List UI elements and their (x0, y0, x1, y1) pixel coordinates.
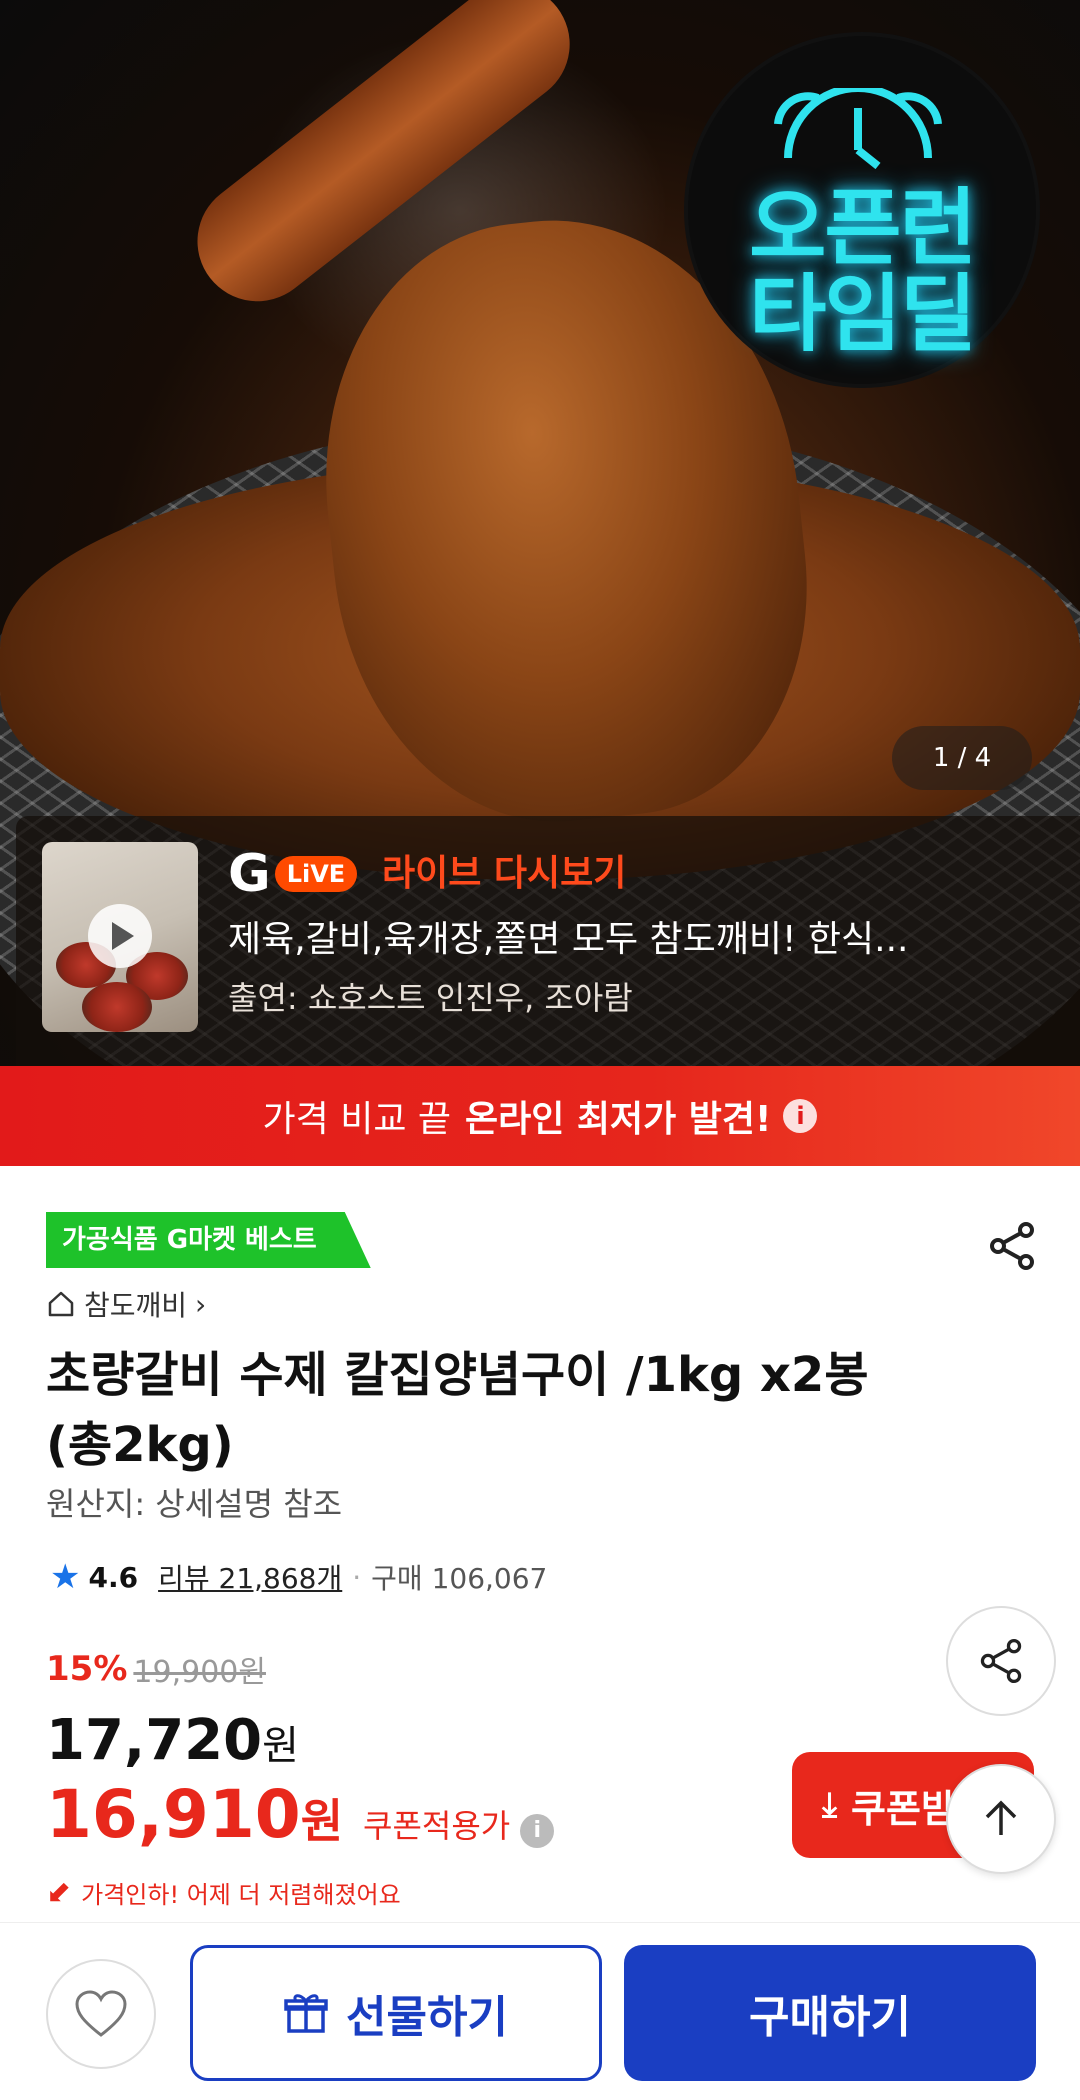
down-arrow-icon: ⬋ (46, 1874, 72, 1910)
original-price: 19,900원 (133, 1655, 266, 1690)
rating-score: 4.6 (88, 1560, 139, 1594)
price-down-note: ⬋ 가격인하! 어제 더 저렴해졌어요 (46, 1872, 401, 1912)
star-icon: ★ (50, 1557, 81, 1597)
coupon-price-won: 원 (300, 1794, 344, 1848)
rating-row: ★ 4.6 리뷰 21,868개 · 구매 106,067 (50, 1552, 547, 1602)
product-title: 초량갈비 수제 칼집양념구이 /1kg x2봉 (총2kg) (46, 1347, 869, 1473)
banner-text-bold: 온라인 최저가 발견! (465, 1099, 772, 1140)
badge-line2: 타임딜 (749, 265, 977, 363)
thumb-bowl (82, 982, 152, 1032)
scroll-top-button[interactable] (946, 1764, 1056, 1874)
image-counter: 1 / 4 (892, 726, 1032, 790)
origin-info: 원산지: 상세설명 참조 (46, 1485, 343, 1523)
info-icon[interactable]: i (783, 1099, 818, 1133)
coupon-price-label: 쿠폰적용가 (363, 1807, 511, 1845)
review-count-link[interactable]: 리뷰 21,868개 (158, 1557, 342, 1597)
open-run-timedeal-badge: 오픈런 타임딜 (688, 36, 1036, 384)
alarm-clock-icon (774, 88, 942, 170)
price-down-text: 가격인하! 어제 더 저렴해졌어요 (81, 1880, 401, 1909)
separator: · (352, 1560, 362, 1594)
brand-name: 참도깨비 (84, 1289, 188, 1322)
gift-icon (284, 1994, 328, 2033)
g-logo: G (228, 844, 271, 904)
play-icon[interactable] (88, 904, 152, 968)
purchase-count: 구매 106,067 (371, 1562, 548, 1595)
badge-line1: 오픈런 (749, 179, 977, 277)
arrow-up-icon (985, 1800, 1017, 1835)
share-icon[interactable] (984, 1218, 1040, 1274)
product-hero-image[interactable]: 오픈런 타임딜 1 / 4 G LiVE 라이브 다시보기 제육,갈비,육개장,… (0, 0, 1080, 1066)
live-replay-card[interactable]: G LiVE 라이브 다시보기 제육,갈비,육개장,쫄면 모두 참도깨비! 한식… (16, 816, 1080, 1066)
coupon-price-row: 16,910 원 쿠폰적용가 i (46, 1776, 555, 1860)
discount-percent: 15% (46, 1649, 128, 1689)
live-description: 제육,갈비,육개장,쫄면 모두 참도깨비! 한식... (228, 919, 909, 960)
gift-button-label: 선물하기 (346, 1992, 508, 2043)
live-replay-title[interactable]: 라이브 다시보기 (382, 850, 626, 898)
download-icon: ⤓ (822, 1785, 838, 1825)
live-cast: 출연: 쇼호스트 인진우, 조아람 (228, 979, 633, 1017)
coupon-button-label: 쿠폰받 (851, 1786, 956, 1831)
bottom-action-bar: 선물하기 구매하기 (0, 1922, 1080, 2100)
share-button[interactable] (946, 1606, 1056, 1716)
brand-link[interactable]: 참도깨비 › (46, 1282, 206, 1326)
wishlist-button[interactable] (46, 1959, 156, 2069)
live-pill: LiVE (274, 856, 358, 892)
best-seller-tag: 가공식품 G마켓 베스트 (46, 1212, 371, 1268)
live-thumbnail[interactable] (42, 842, 198, 1032)
banner-text: 가격 비교 끝 (262, 1099, 452, 1140)
sale-price: 17,720원 (46, 1706, 299, 1781)
coupon-price-number: 16,910 (46, 1776, 301, 1853)
g-live-logo: G LiVE (228, 844, 358, 904)
share-icon (980, 1638, 1022, 1684)
info-icon[interactable]: i (520, 1814, 555, 1848)
chevron-right-icon: › (195, 1287, 207, 1321)
heart-icon (75, 1990, 127, 2037)
sale-price-number: 17,720 (46, 1708, 263, 1773)
sale-price-won: 원 (262, 1723, 299, 1769)
buy-button[interactable]: 구매하기 (624, 1945, 1036, 2081)
lowest-price-banner[interactable]: 가격 비교 끝 온라인 최저가 발견! i (0, 1066, 1080, 1166)
gift-button[interactable]: 선물하기 (190, 1945, 602, 2081)
discount-row: 15% 19,900원 (46, 1644, 266, 1694)
home-icon (48, 1291, 74, 1317)
